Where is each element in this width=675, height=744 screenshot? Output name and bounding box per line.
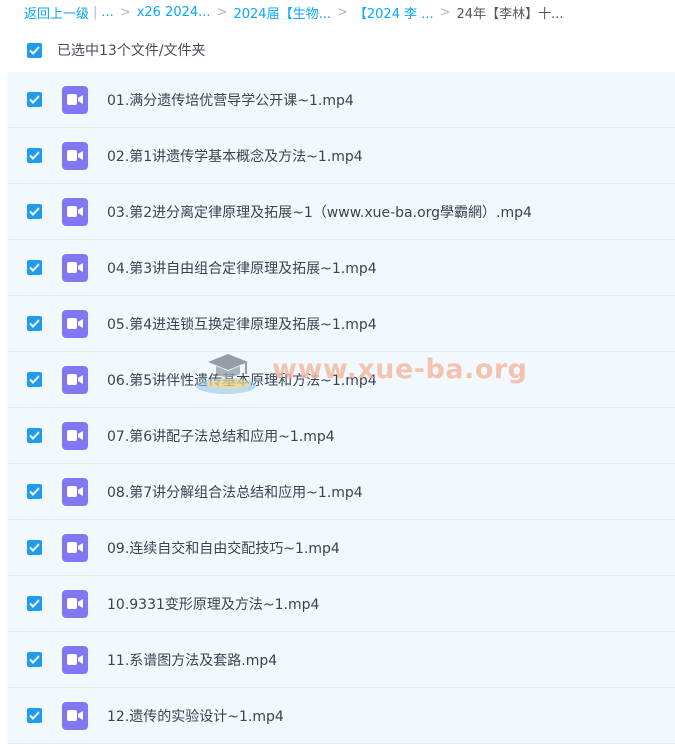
file-list: 01.满分遗传培优营导学公开课~1.mp4 02.第1讲遗传学基本概念及方法~1.…: [7, 72, 675, 744]
file-name[interactable]: 05.第4进连锁互换定律原理及拓展~1.mp4: [107, 314, 377, 334]
file-checkbox[interactable]: [27, 92, 42, 107]
file-name[interactable]: 07.第6讲配子法总结和应用~1.mp4: [107, 426, 335, 446]
file-row[interactable]: 01.满分遗传培优营导学公开课~1.mp4: [7, 72, 675, 128]
breadcrumb-current: 24年【李林】十...: [456, 6, 564, 22]
file-checkbox[interactable]: [27, 260, 42, 275]
file-checkbox[interactable]: [27, 708, 42, 723]
file-row[interactable]: 12.遗传的实验设计~1.mp4: [7, 688, 675, 744]
select-all-checkbox[interactable]: [27, 42, 42, 58]
check-icon: [29, 207, 40, 216]
video-camera-icon: [67, 542, 83, 553]
file-name[interactable]: 09.连续自交和自由交配技巧~1.mp4: [107, 538, 340, 558]
breadcrumb-item[interactable]: 2024届【生物...: [233, 3, 330, 22]
watermark-text: www.xue-ba.org: [272, 354, 528, 385]
video-file-icon: [62, 141, 88, 170]
file-name[interactable]: 01.满分遗传培优营导学公开课~1.mp4: [107, 90, 354, 110]
file-name[interactable]: 10.9331变形原理及方法~1.mp4: [107, 594, 319, 614]
video-camera-icon: [67, 710, 83, 721]
file-row[interactable]: 10.9331变形原理及方法~1.mp4: [7, 576, 675, 632]
file-checkbox[interactable]: [27, 204, 42, 219]
check-icon: [29, 599, 40, 608]
video-camera-icon: [67, 94, 83, 105]
file-name[interactable]: 03.第2进分离定律原理及拓展~1（www.xue-ba.org學霸網）.mp4: [107, 202, 532, 222]
check-icon: [29, 319, 40, 328]
breadcrumb-divider: |: [93, 4, 98, 20]
video-camera-icon: [67, 374, 83, 385]
chevron-right-icon: >: [336, 4, 348, 20]
check-icon: [29, 95, 40, 104]
graduation-cap-icon: [196, 354, 256, 394]
video-file-icon: [62, 701, 88, 730]
chevron-right-icon: >: [119, 4, 131, 20]
file-checkbox[interactable]: [27, 316, 42, 331]
back-link[interactable]: 返回上一级: [24, 3, 89, 22]
selection-count-label: 已选中13个文件/文件夹: [57, 43, 206, 59]
select-all-bar: 已选中13个文件/文件夹: [0, 30, 675, 70]
file-checkbox[interactable]: [27, 540, 42, 555]
file-row[interactable]: 11.系谱图方法及套路.mp4: [7, 632, 675, 688]
video-file-icon: [62, 477, 88, 506]
video-camera-icon: [67, 486, 83, 497]
file-checkbox[interactable]: [27, 596, 42, 611]
check-icon: [29, 543, 40, 552]
check-icon: [29, 655, 40, 664]
video-file-icon: [62, 253, 88, 282]
breadcrumb-item[interactable]: 【2024 李 ...: [354, 3, 434, 22]
video-camera-icon: [67, 262, 83, 273]
check-icon: [29, 263, 40, 272]
file-name[interactable]: 08.第7讲分解组合法总结和应用~1.mp4: [107, 482, 363, 502]
chevron-right-icon: >: [439, 4, 451, 20]
video-file-icon: [62, 309, 88, 338]
file-name[interactable]: 04.第3讲自由组合定律原理及拓展~1.mp4: [107, 258, 377, 278]
video-file-icon: [62, 365, 88, 394]
video-camera-icon: [67, 206, 83, 217]
watermark: www.xue-ba.org: [190, 340, 527, 400]
file-checkbox[interactable]: [27, 652, 42, 667]
file-checkbox[interactable]: [27, 484, 42, 499]
file-row[interactable]: 03.第2进分离定律原理及拓展~1（www.xue-ba.org學霸網）.mp4: [7, 184, 675, 240]
check-icon: [29, 45, 40, 55]
video-file-icon: [62, 589, 88, 618]
file-checkbox[interactable]: [27, 148, 42, 163]
file-name[interactable]: 11.系谱图方法及套路.mp4: [107, 650, 277, 670]
file-row[interactable]: 09.连续自交和自由交配技巧~1.mp4: [7, 520, 675, 576]
video-file-icon: [62, 533, 88, 562]
check-icon: [29, 151, 40, 160]
video-file-icon: [62, 421, 88, 450]
video-camera-icon: [67, 150, 83, 161]
check-icon: [29, 711, 40, 720]
breadcrumb-ellipsis[interactable]: ...: [101, 5, 113, 20]
check-icon: [29, 487, 40, 496]
file-row[interactable]: 08.第7讲分解组合法总结和应用~1.mp4: [7, 464, 675, 520]
check-icon: [29, 431, 40, 440]
file-row[interactable]: 07.第6讲配子法总结和应用~1.mp4: [7, 408, 675, 464]
breadcrumb: 返回上一级 | ... > x26 2024... > 2024届【生物... …: [0, 0, 675, 24]
file-row[interactable]: 04.第3讲自由组合定律原理及拓展~1.mp4: [7, 240, 675, 296]
file-checkbox[interactable]: [27, 372, 42, 387]
video-file-icon: [62, 645, 88, 674]
video-file-icon: [62, 197, 88, 226]
file-row[interactable]: 02.第1讲遗传学基本概念及方法~1.mp4: [7, 128, 675, 184]
video-file-icon: [62, 85, 88, 114]
video-camera-icon: [67, 654, 83, 665]
video-camera-icon: [67, 430, 83, 441]
file-name[interactable]: 12.遗传的实验设计~1.mp4: [107, 706, 284, 726]
check-icon: [29, 375, 40, 384]
file-checkbox[interactable]: [27, 428, 42, 443]
breadcrumb-item[interactable]: x26 2024...: [137, 5, 211, 20]
video-camera-icon: [67, 318, 83, 329]
file-name[interactable]: 02.第1讲遗传学基本概念及方法~1.mp4: [107, 146, 363, 166]
chevron-right-icon: >: [216, 4, 228, 20]
video-camera-icon: [67, 598, 83, 609]
